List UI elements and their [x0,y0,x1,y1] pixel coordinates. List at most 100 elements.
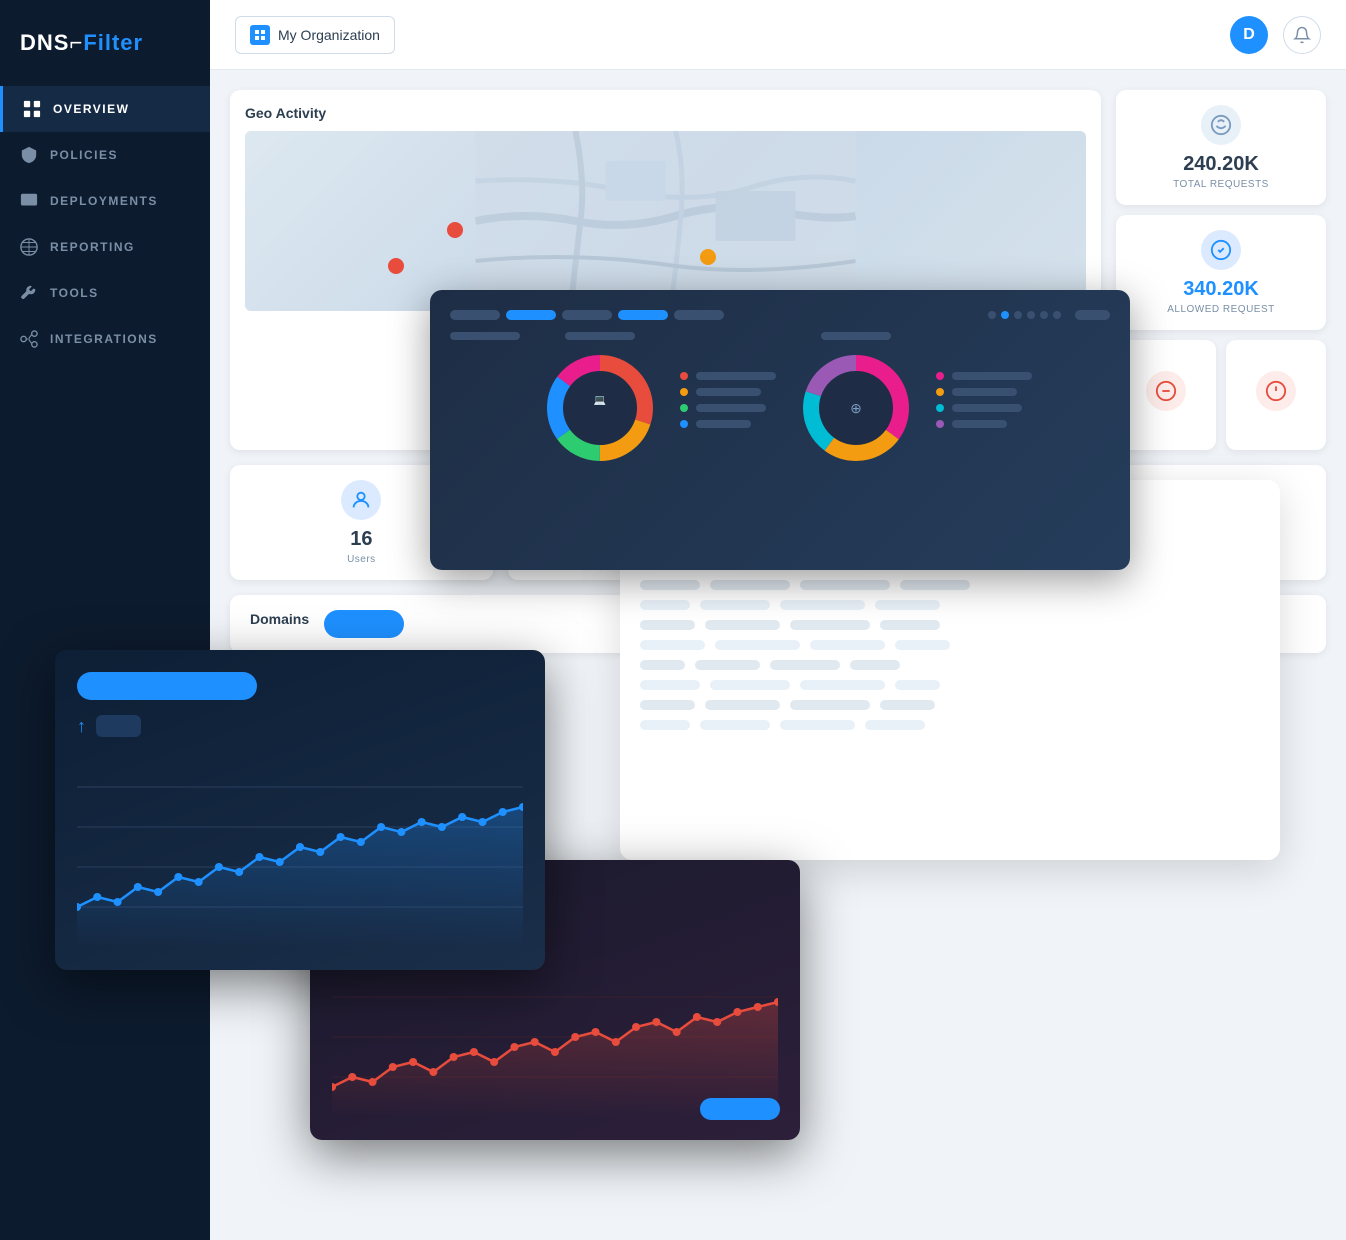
donuts-main: 💻 [540,332,1110,468]
panel-tabs [450,310,1110,320]
legend2-bar-4 [952,420,1007,428]
red-line-chart-svg [332,957,778,1117]
allowed-request-value: 340.20K [1183,278,1259,301]
indicator-1 [988,311,996,319]
sidebar-label-policies: POLICIES [50,148,118,162]
ctrl-btn-1[interactable] [1075,310,1110,320]
indicator-5 [1040,311,1048,319]
legend2-item-1 [936,372,1032,380]
donut2-title [821,332,891,340]
legend2-dot-2 [936,388,944,396]
sidebar: DNS⌐Filter OVERVIEW POLICIES DEPLOYMENTS… [0,0,210,1240]
panel-indicators [988,311,1061,319]
svg-text:⊕: ⊕ [850,400,862,416]
blue-chart-panel: ↑ [55,650,545,970]
stat-card-allowed-request: 340.20K ALLOWED REQUEST [1116,215,1326,330]
integrations-icon [20,330,38,348]
sidebar-label-reporting: REPORTING [50,240,135,254]
users-icon-wrap [341,480,381,520]
geo-map [245,131,1086,311]
users-value: 16 [350,528,372,551]
legend2-bar-2 [952,388,1017,396]
users-label: Users [347,554,376,565]
logo-filter: Filter [83,30,143,55]
logo-dns: DNS [20,30,69,55]
legend1-dot-2 [680,388,688,396]
org-icon [250,25,270,45]
donut2-container: ⊕ [796,332,916,468]
indicator-6 [1053,311,1061,319]
legend1 [680,372,776,428]
allowed-request-icon-wrap [1201,230,1241,270]
org-name: My Organization [278,27,380,43]
sidebar-item-deployments[interactable]: DEPLOYMENTS [0,178,210,224]
legend1-item-1 [680,372,776,380]
sidebar-item-integrations[interactable]: INTEGRATIONS [0,316,210,362]
threat-icon-wrap [1256,371,1296,411]
user-avatar[interactable]: D [1230,16,1268,54]
list-row-1-col1 [640,580,700,590]
legend1-bar-4 [696,420,751,428]
panel-tab-1[interactable] [450,310,500,320]
legend1-item-4 [680,420,776,428]
legend2-item-4 [936,420,1032,428]
blue-line-chart-svg [77,747,523,947]
header: My Organization D [210,0,1346,70]
legend1-bar-3 [696,404,766,412]
donut2-chart: ⊕ [796,348,916,468]
legend2-item-2 [936,388,1032,396]
up-arrow-icon: ↑ [77,716,86,737]
legend2-bar-1 [952,372,1032,380]
legend2-dot-4 [936,420,944,428]
stat-card-threat [1226,340,1326,450]
domains-button[interactable] [324,610,404,638]
shield-icon [20,146,38,164]
list-row-1 [640,580,1260,590]
legend1-bar-2 [696,388,761,396]
list-row-4 [640,640,1260,650]
stats-row-2 [1116,340,1326,450]
legend2-bar-3 [952,404,1022,412]
indicator-3 [1014,311,1022,319]
grid-icon [23,100,41,118]
sidebar-item-overview[interactable]: OVERVIEW [0,86,210,132]
sidebar-label-overview: OVERVIEW [53,102,129,116]
blue-chart-header-bar [77,672,257,700]
map-background [245,131,1086,311]
list-row-7 [640,700,1260,710]
donut1-label-bar [450,332,520,340]
blue-toggle-btn[interactable] [96,715,141,737]
globe-icon [20,238,38,256]
donut1-title [565,332,635,340]
blue-chart-area [77,747,523,947]
stats-column: 240.20K TOTAL REQUESTS 340.20K ALLOWED R… [1116,90,1326,450]
red-panel-blue-btn[interactable] [700,1098,780,1120]
bell-button[interactable] [1283,16,1321,54]
blue-chart-controls: ↑ [77,715,523,737]
sidebar-item-policies[interactable]: POLICIES [0,132,210,178]
red-chart-area [332,957,778,1117]
donut-left-section [450,332,520,354]
domains-title: Domains [250,611,309,627]
total-requests-label: TOTAL REQUESTS [1173,179,1269,190]
donut1-label-area [450,332,520,346]
list-row-2 [640,600,1260,610]
sidebar-item-tools[interactable]: TOOLS [0,270,210,316]
svg-text:💻: 💻 [594,395,607,406]
org-selector[interactable]: My Organization [235,16,395,54]
logo: DNS⌐Filter [20,30,143,56]
tools-icon [20,284,38,302]
stat-card-total-requests: 240.20K TOTAL REQUESTS [1116,90,1326,205]
panel-tab-4[interactable] [618,310,668,320]
map-dot-2 [388,258,404,274]
stat-card-blocked [1116,340,1216,450]
sidebar-item-reporting[interactable]: REPORTING [0,224,210,270]
donut1-svg: 💻 [540,348,660,468]
panel-tab-3[interactable] [562,310,612,320]
panel-tab-2-active[interactable] [506,310,556,320]
sidebar-label-tools: TOOLS [50,286,99,300]
legend1-item-3 [680,404,776,412]
logo-area: DNS⌐Filter [0,20,210,86]
donut1-container: 💻 [540,332,660,468]
panel-tab-5[interactable] [674,310,724,320]
